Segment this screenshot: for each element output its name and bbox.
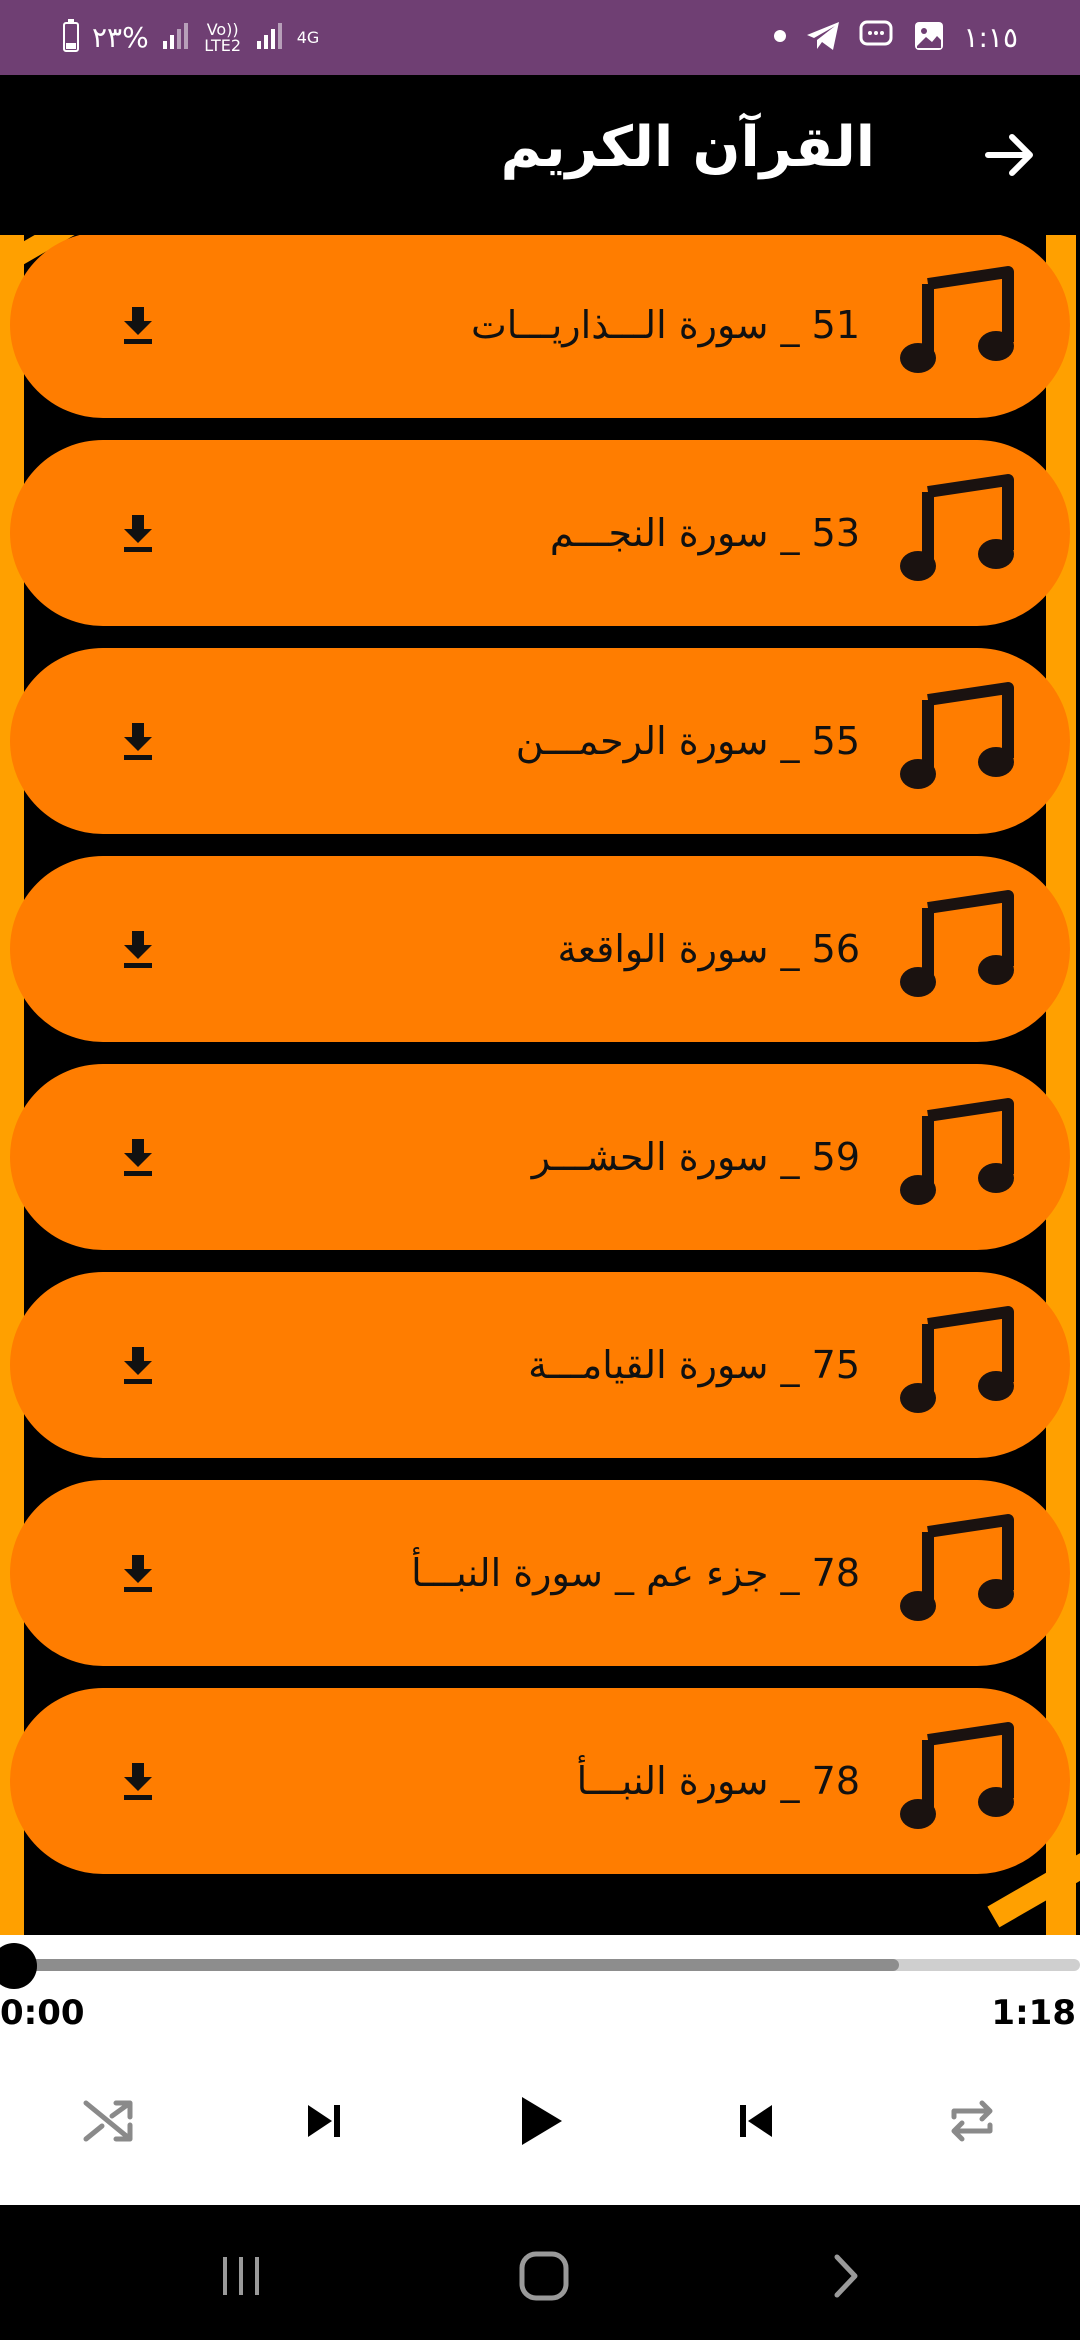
surah-title: 51 _ سورة الـــذاريـــات xyxy=(470,303,860,347)
repeat-icon[interactable] xyxy=(936,2085,1008,2157)
list-item[interactable]: 56 _ سورة الواقعة xyxy=(10,856,1070,1042)
list-item[interactable]: 75 _ سورة القيامـــة xyxy=(10,1272,1070,1458)
system-nav-bar xyxy=(0,2205,1080,2340)
music-note-icon xyxy=(898,1094,1018,1214)
download-icon[interactable] xyxy=(114,717,162,765)
surah-title: 75 _ سورة القيامـــة xyxy=(528,1343,860,1387)
list-item[interactable]: 55 _ سورة الرحمـــن xyxy=(10,648,1070,834)
duration-time: 1:18 xyxy=(991,1993,1076,2033)
surah-title: 78 _ جزء عم _ سورة النبـــأ xyxy=(411,1551,860,1595)
seek-bar-buffer xyxy=(14,1959,899,1971)
dot-icon xyxy=(773,28,787,47)
network-lte-label: Vo)) LTE2 xyxy=(204,19,242,55)
skip-previous-icon[interactable] xyxy=(720,2085,792,2157)
network-4g-label: 4G xyxy=(296,27,320,47)
music-note-icon xyxy=(898,1510,1018,1630)
signal-icon xyxy=(161,21,191,55)
surah-title: 59 _ سورة الحشـــر xyxy=(531,1135,860,1179)
audio-player: 0:00 1:18 xyxy=(0,1935,1080,2205)
app-bar: القرآن الكريم xyxy=(0,75,1080,235)
list-item[interactable]: 78 _ جزء عم _ سورة النبـــأ xyxy=(10,1480,1070,1666)
status-left: ٢٣% Vo)) LTE2 4G xyxy=(0,0,319,75)
recents-icon[interactable] xyxy=(206,2240,278,2312)
music-note-icon xyxy=(898,1718,1018,1838)
surah-title: 78 _ سورة النبـــأ xyxy=(576,1759,860,1803)
download-icon[interactable] xyxy=(114,1549,162,1597)
status-bar: ٢٣% Vo)) LTE2 4G ١:١٥ xyxy=(0,0,1080,75)
download-icon[interactable] xyxy=(114,301,162,349)
music-note-icon xyxy=(898,262,1018,382)
list-item[interactable]: 59 _ سورة الحشـــر xyxy=(10,1064,1070,1250)
messenger-icon xyxy=(859,20,895,56)
download-icon[interactable] xyxy=(114,1341,162,1389)
music-note-icon xyxy=(898,678,1018,798)
music-note-icon xyxy=(898,470,1018,590)
surah-title: 53 _ سورة النجـــم xyxy=(549,511,860,555)
current-time: 0:00 xyxy=(0,1993,85,2033)
page-title: القرآن الكريم xyxy=(500,115,875,180)
clock: ١:١٥ xyxy=(963,21,1018,54)
status-right: ١:١٥ xyxy=(773,0,1080,75)
music-note-icon xyxy=(898,886,1018,1006)
gallery-icon xyxy=(913,20,945,56)
home-icon[interactable] xyxy=(508,2240,580,2312)
play-icon[interactable] xyxy=(504,2085,576,2157)
music-note-icon xyxy=(898,1302,1018,1422)
download-icon[interactable] xyxy=(114,1757,162,1805)
arrow-right-icon[interactable] xyxy=(970,115,1050,195)
download-icon[interactable] xyxy=(114,1133,162,1181)
download-icon[interactable] xyxy=(114,509,162,557)
signal-icon-2 xyxy=(255,21,285,55)
skip-next-icon[interactable] xyxy=(288,2085,360,2157)
shuffle-icon[interactable] xyxy=(72,2085,144,2157)
download-icon[interactable] xyxy=(114,925,162,973)
surah-title: 55 _ سورة الرحمـــن xyxy=(515,719,860,763)
list-item[interactable]: 78 _ سورة النبـــأ xyxy=(10,1688,1070,1874)
back-icon[interactable] xyxy=(810,2240,882,2312)
telegram-icon xyxy=(805,20,841,56)
battery-percent: ٢٣% xyxy=(92,21,149,54)
surah-title: 56 _ سورة الواقعة xyxy=(557,927,860,971)
surah-list[interactable]: 51 _ سورة الـــذاريـــات 53 _ سورة النجــ… xyxy=(0,235,1080,1935)
list-item[interactable]: 53 _ سورة النجـــم xyxy=(10,440,1070,626)
seek-bar-thumb[interactable] xyxy=(0,1943,37,1989)
list-item[interactable]: 51 _ سورة الـــذاريـــات xyxy=(10,235,1070,418)
battery-icon xyxy=(62,18,80,57)
